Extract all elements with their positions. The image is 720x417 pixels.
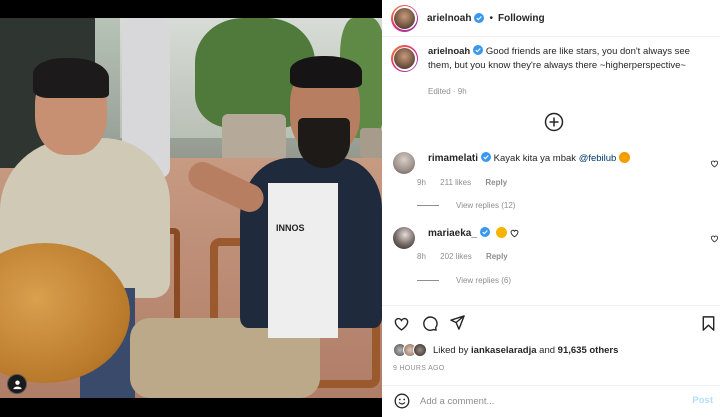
video-man-right-shirt: [268, 183, 338, 338]
author-avatar[interactable]: [391, 4, 418, 32]
comment-time: 8h: [417, 252, 426, 261]
commenter-username[interactable]: mariaeka_: [428, 228, 477, 239]
comment-input[interactable]: [420, 392, 660, 410]
video-man-left-hair: [33, 58, 109, 98]
comment-likes[interactable]: 202 likes: [440, 252, 472, 261]
pleading-face-emoji-icon: [495, 227, 507, 238]
caption-author-avatar[interactable]: [391, 45, 418, 72]
commenter-avatar[interactable]: [393, 152, 415, 174]
comment-reply-button[interactable]: Reply: [486, 252, 508, 261]
post-comment-button[interactable]: Post: [692, 395, 713, 406]
comment-reply-button[interactable]: Reply: [485, 178, 507, 187]
view-replies-button[interactable]: View replies (12): [417, 201, 515, 210]
post-header: arielnoah • Following: [382, 0, 720, 37]
view-replies-line: [417, 205, 439, 206]
view-replies-label: View replies (6): [456, 276, 511, 285]
video-man-right-beard: [298, 118, 350, 168]
comment-meta: 8h 202 likes Reply: [417, 252, 520, 261]
author-username[interactable]: arielnoah: [427, 13, 471, 24]
verified-badge-icon: [473, 45, 484, 55]
paper-plane-icon[interactable]: [449, 314, 466, 331]
video-man-right-hair: [290, 56, 362, 88]
post-details-panel: arielnoah • Following arielnoah Good fri…: [382, 0, 720, 417]
comment-likes[interactable]: 211 likes: [440, 178, 471, 187]
comment-time: 9h: [417, 178, 426, 187]
verified-badge-icon: [481, 152, 492, 162]
liker-avatar[interactable]: [413, 343, 427, 357]
bookmark-icon[interactable]: [700, 315, 717, 332]
comment-icon[interactable]: [421, 315, 438, 332]
smiley-icon[interactable]: [394, 393, 410, 409]
post-media-panel[interactable]: INNOS: [0, 0, 382, 417]
post-time-ago[interactable]: 9 HOURS AGO: [393, 365, 445, 372]
verified-badge-icon: [479, 227, 490, 237]
post-caption: arielnoah Good friends are like stars, y…: [391, 45, 711, 73]
following-button[interactable]: Following: [498, 13, 545, 24]
user-tag-icon: [12, 379, 22, 389]
comment-like-heart-icon[interactable]: [710, 159, 719, 168]
header-separator: •: [489, 12, 493, 24]
white-heart-emoji-icon: [510, 229, 519, 238]
commenter-avatar[interactable]: [393, 227, 415, 249]
liked-by-row: Liked by iankaselaradja and 91,635 other…: [393, 343, 618, 357]
video-shirt-text: INNOS: [276, 223, 305, 233]
comment-text-block: rimamelati Kayak kita ya mbak @febilub: [428, 152, 708, 165]
commenter-username[interactable]: rimamelati: [428, 153, 478, 164]
comment-text-block: mariaeka_: [428, 227, 708, 240]
liked-by-text: Liked by iankaselaradja and 91,635 other…: [433, 345, 618, 356]
view-replies-line: [417, 280, 439, 281]
comment-text: Kayak kita ya mbak: [493, 153, 577, 164]
liked-by-user[interactable]: iankaselaradja: [471, 345, 537, 356]
add-comment-bar: Post: [382, 385, 720, 416]
video-plant-pot: [360, 128, 382, 158]
liked-by-prefix: Liked by: [433, 344, 469, 356]
liked-by-conj: and: [539, 344, 556, 356]
heart-icon[interactable]: [393, 315, 410, 332]
comment-meta: 9h 211 likes Reply: [417, 178, 519, 187]
post-actions-section: Liked by iankaselaradja and 91,635 other…: [382, 305, 720, 415]
caption-text-block: arielnoah Good friends are like stars, y…: [428, 45, 711, 73]
comment-mention-link[interactable]: @febilub: [579, 153, 617, 164]
caption-edited-time: Edited · 9h: [428, 87, 467, 96]
verified-badge-icon: [474, 13, 485, 23]
post-video[interactable]: INNOS: [0, 18, 382, 398]
plus-circle-icon[interactable]: [544, 112, 564, 132]
comment-like-heart-icon[interactable]: [710, 234, 719, 243]
user-tag-button[interactable]: [7, 374, 27, 394]
view-replies-label: View replies (12): [456, 201, 516, 210]
winking-tongue-emoji-icon: [618, 152, 630, 163]
caption-author-username[interactable]: arielnoah: [428, 46, 470, 57]
view-replies-button[interactable]: View replies (6): [417, 276, 511, 285]
liked-by-others[interactable]: 91,635 others: [558, 345, 619, 356]
